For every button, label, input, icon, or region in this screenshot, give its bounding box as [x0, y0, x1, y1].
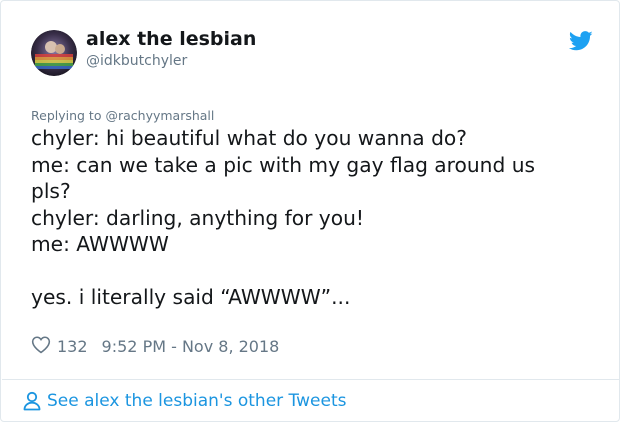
- tweet-line: pls?: [31, 179, 71, 203]
- person-icon: [23, 391, 41, 411]
- tweet-line: yes. i literally said “AWWWW”...: [31, 285, 351, 309]
- like-count[interactable]: 132: [57, 337, 88, 356]
- tweet-line: me: AWWWW: [31, 232, 169, 256]
- replying-to: Replying to @rachyymarshall: [31, 108, 214, 123]
- replying-prefix: Replying to: [31, 108, 102, 123]
- avatar[interactable]: [31, 30, 77, 76]
- heart-icon[interactable]: [31, 335, 57, 358]
- author-name[interactable]: alex the lesbian: [86, 28, 256, 50]
- tweet-card: alex the lesbian @idkbutchyler Replying …: [0, 0, 620, 422]
- author-handle[interactable]: @idkbutchyler: [86, 53, 187, 69]
- tweet-line: chyler: darling, anything for you!: [31, 205, 364, 230]
- see-other-tweets-label[interactable]: See alex the lesbian's other Tweets: [47, 391, 346, 411]
- tweet-meta: 132 9:52 PM - Nov 8, 2018: [31, 335, 279, 357]
- tweet-line: me: can we take a pic with my gay flag a…: [31, 152, 536, 177]
- tweet-text: chyler: hi beautiful what do you wanna d…: [31, 125, 601, 311]
- twitter-bird-icon[interactable]: [568, 31, 593, 51]
- tweet-line: chyler: hi beautiful what do you wanna d…: [31, 126, 467, 150]
- divider: [2, 379, 620, 380]
- replying-mention-link[interactable]: @rachyymarshall: [105, 108, 214, 123]
- tweet-timestamp[interactable]: 9:52 PM - Nov 8, 2018: [102, 337, 280, 356]
- see-other-tweets-link[interactable]: See alex the lesbian's other Tweets: [23, 389, 346, 413]
